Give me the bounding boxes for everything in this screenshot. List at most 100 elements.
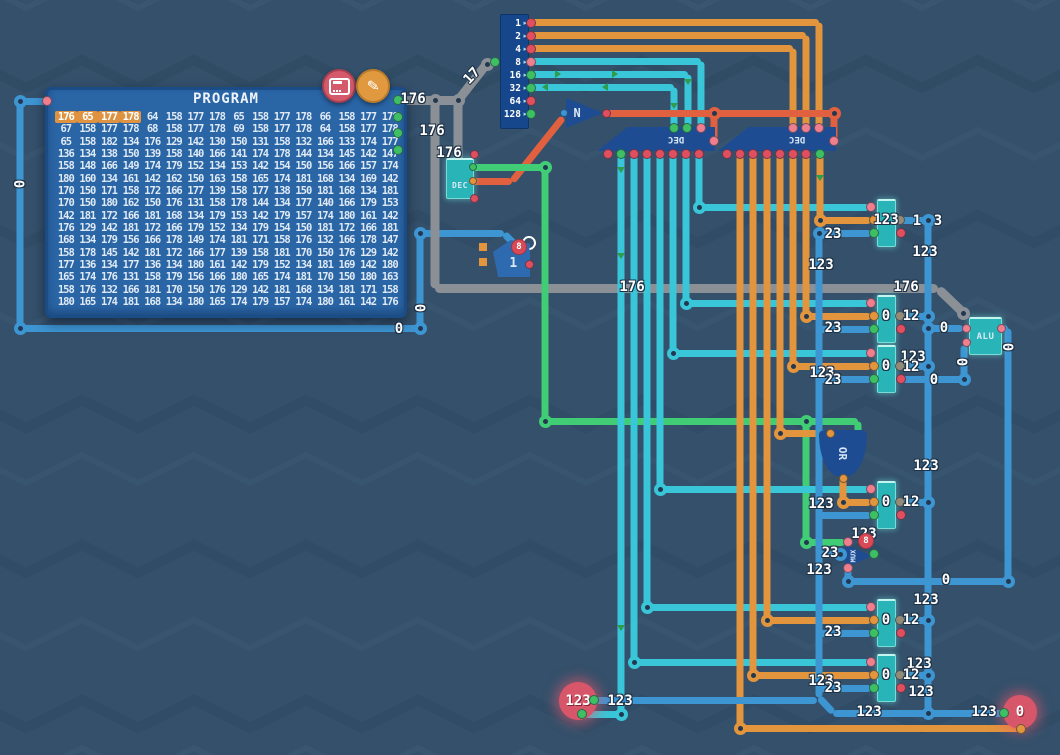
pin-dot[interactable] (469, 163, 477, 171)
pin-dot[interactable] (869, 311, 879, 321)
wire[interactable] (816, 229, 823, 697)
pin-dot[interactable] (866, 602, 876, 612)
pin-dot[interactable] (896, 628, 906, 638)
wire-joint[interactable] (813, 227, 826, 240)
pin-dot[interactable] (866, 484, 876, 494)
wire-joint[interactable] (837, 496, 850, 509)
program-memory-view-button[interactable] (322, 69, 356, 103)
wire-joint[interactable] (842, 575, 855, 588)
wire-joint[interactable] (922, 322, 935, 335)
wire-joint[interactable] (615, 708, 628, 721)
pin-dot[interactable] (869, 510, 879, 520)
pin-dot[interactable] (866, 202, 876, 212)
circuit-canvas[interactable]: PROGRAM 17665177178641581771786515817717… (0, 0, 1060, 755)
wire[interactable] (817, 154, 824, 220)
pin-dot[interactable] (801, 123, 811, 133)
pin-dot[interactable] (682, 123, 692, 133)
wire-joint[interactable] (774, 427, 787, 440)
pin-dot[interactable] (999, 708, 1009, 718)
wire-joint[interactable] (922, 214, 935, 227)
wire-joint[interactable] (922, 614, 935, 627)
wire[interactable] (803, 154, 810, 316)
pin-dot[interactable] (869, 615, 879, 625)
pin-dot[interactable] (681, 149, 691, 159)
pin-dot[interactable] (815, 149, 825, 159)
program-panel[interactable]: PROGRAM 17665177178641581771786515817717… (45, 87, 407, 318)
pin-dot[interactable] (525, 260, 534, 269)
pin-dot[interactable] (866, 298, 876, 308)
input-pin-dot[interactable] (526, 44, 536, 54)
wire-joint[interactable] (667, 347, 680, 360)
wire[interactable] (17, 101, 24, 328)
wire[interactable] (1005, 328, 1012, 581)
pin-dot[interactable] (469, 177, 477, 185)
input-pin-dot[interactable] (526, 70, 536, 80)
wire[interactable] (740, 725, 1020, 732)
wire-joint[interactable] (680, 297, 693, 310)
pin-dot[interactable] (629, 149, 639, 159)
pin-dot[interactable] (814, 123, 824, 133)
pin-dot[interactable] (962, 324, 971, 333)
wire-joint[interactable] (414, 322, 427, 335)
pin-dot[interactable] (839, 474, 848, 483)
wire[interactable] (820, 217, 871, 224)
wire[interactable] (790, 154, 797, 366)
pin-dot[interactable] (869, 670, 879, 680)
wire[interactable] (528, 58, 701, 65)
input-pin-dot[interactable] (526, 18, 536, 28)
wire-joint[interactable] (452, 94, 465, 107)
wire-joint[interactable] (787, 360, 800, 373)
wire[interactable] (673, 350, 869, 357)
component-alu[interactable]: ALU (969, 317, 1002, 355)
wire[interactable] (647, 604, 869, 611)
pin-dot[interactable] (748, 149, 758, 159)
pin-dot[interactable] (470, 150, 479, 159)
wire-joint[interactable] (957, 307, 970, 320)
pin-dot[interactable] (896, 228, 906, 238)
wire[interactable] (670, 154, 677, 353)
wire-joint[interactable] (14, 322, 27, 335)
pin-dot[interactable] (788, 149, 798, 159)
wire[interactable] (683, 154, 690, 303)
wire-joint[interactable] (761, 614, 774, 627)
wire[interactable] (528, 32, 806, 39)
input-pin-panel[interactable]: 1▸2▸4▸8▸16▸32▸64▸128▸ (500, 14, 529, 129)
wire-joint[interactable] (1002, 575, 1015, 588)
wire-joint[interactable] (414, 227, 427, 240)
pin-dot[interactable] (602, 109, 611, 118)
wire[interactable] (631, 154, 638, 662)
wire-joint[interactable] (539, 415, 552, 428)
wire-joint[interactable] (693, 201, 706, 214)
wire[interactable] (696, 154, 703, 207)
pin-dot[interactable] (869, 361, 879, 371)
wire[interactable] (848, 578, 1008, 585)
pin-dot[interactable] (762, 149, 772, 159)
wire-joint[interactable] (814, 214, 827, 227)
pin-dot[interactable] (869, 228, 879, 238)
wire[interactable] (471, 178, 512, 185)
pin-dot[interactable] (694, 149, 704, 159)
pin-dot[interactable] (709, 136, 719, 146)
pin-dot[interactable] (603, 149, 613, 159)
pin-dot[interactable] (669, 123, 679, 133)
wire-joint[interactable] (800, 415, 813, 428)
pin-dot[interactable] (801, 149, 811, 159)
pin-dot[interactable] (470, 194, 479, 203)
wire-joint[interactable] (734, 722, 747, 735)
pin-dot[interactable] (866, 348, 876, 358)
pin-dot[interactable] (42, 96, 52, 106)
pin-dot[interactable] (896, 374, 906, 384)
pin-dot[interactable] (869, 683, 879, 693)
pin-dot[interactable] (843, 563, 853, 573)
wire-joint[interactable] (958, 373, 971, 386)
wire[interactable] (764, 154, 771, 620)
wire-joint[interactable] (922, 496, 935, 509)
wire-joint[interactable] (628, 656, 641, 669)
pin-dot[interactable] (560, 109, 568, 117)
pin-square[interactable] (479, 258, 487, 266)
wire-joint[interactable] (922, 310, 935, 323)
wire[interactable] (528, 45, 793, 52)
pin-dot[interactable] (616, 149, 626, 159)
wire[interactable] (644, 154, 651, 607)
pin-dot[interactable] (866, 657, 876, 667)
